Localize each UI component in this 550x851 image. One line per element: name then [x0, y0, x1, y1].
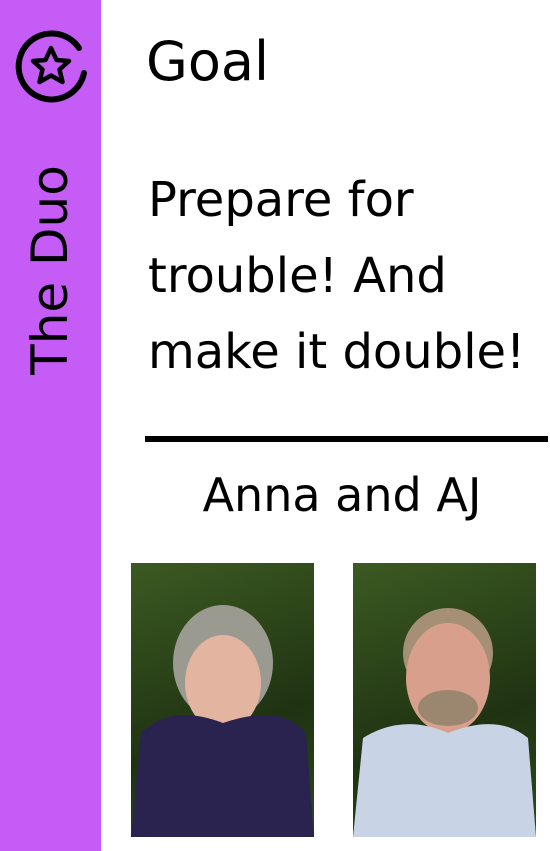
photo-anna — [131, 563, 314, 837]
divider — [145, 436, 548, 442]
photo-aj — [353, 563, 536, 837]
sidebar-title: The Duo — [21, 165, 79, 375]
sidebar: The Duo — [0, 0, 101, 851]
team-names: Anna and AJ — [202, 468, 482, 522]
goal-heading: Goal — [146, 30, 269, 93]
star-circle-icon — [12, 28, 90, 106]
goal-text: Prepare for trouble! And make it double! — [148, 172, 526, 380]
